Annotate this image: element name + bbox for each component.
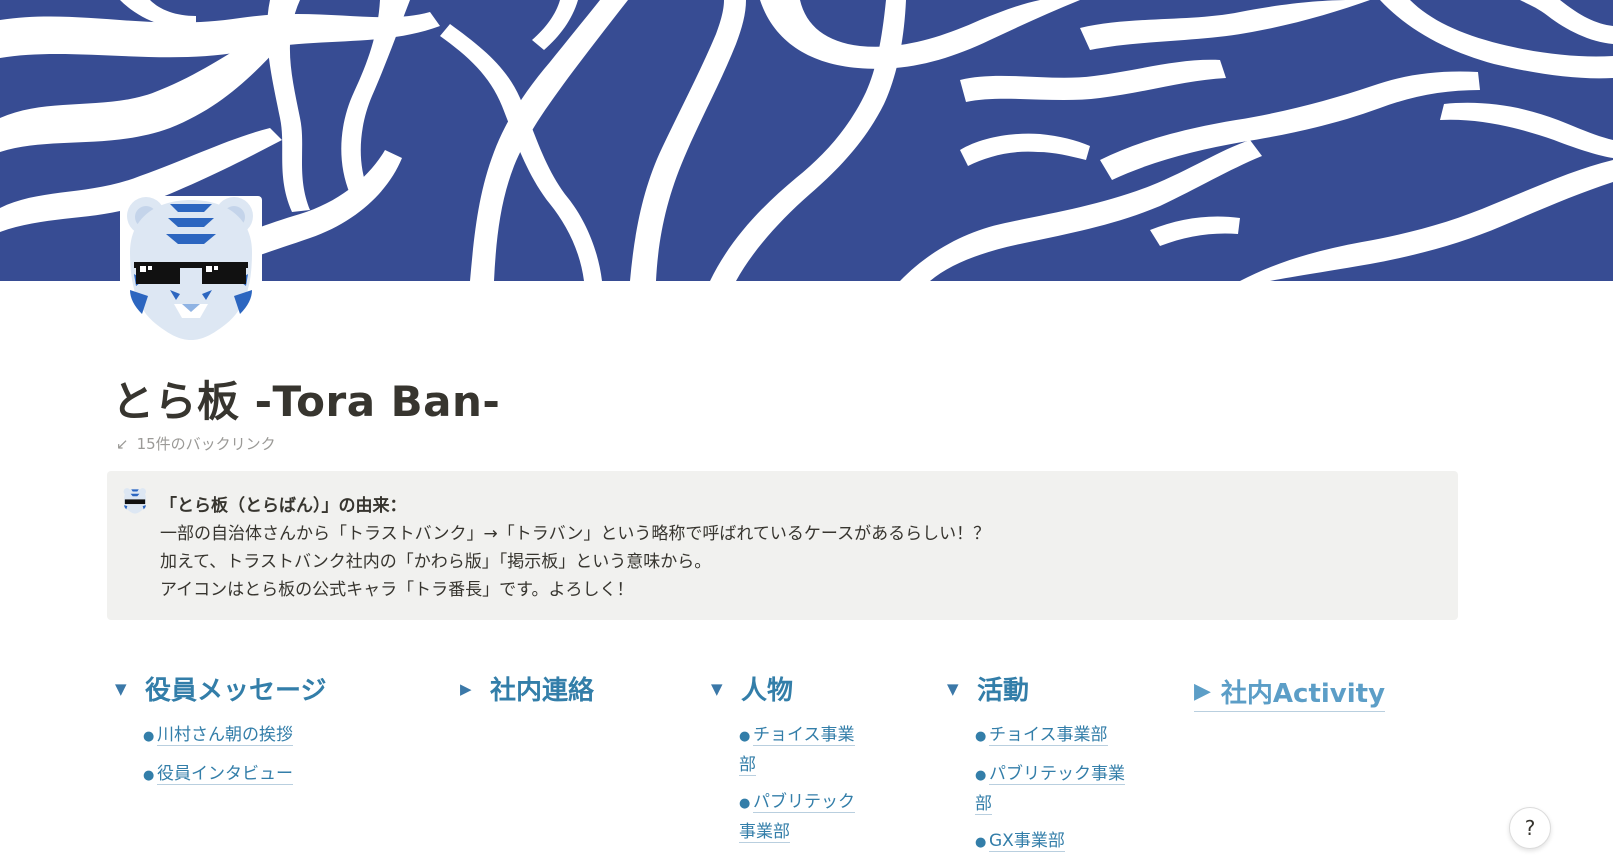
internal-activity-link[interactable]: ▶ 社内Activity xyxy=(1194,673,1386,712)
toggle-heading[interactable]: 社内連絡 xyxy=(490,670,594,707)
backlinks-link[interactable]: ↙ 15件のバックリンク xyxy=(116,433,276,454)
toggle-executive-messages: ▼ 役員メッセージ ● 川村さん朝の挨拶 ● 役員インタビュー xyxy=(115,670,375,799)
toggle-arrow-right-icon[interactable]: ▶ xyxy=(460,680,490,698)
play-triangle-icon: ▶ xyxy=(1194,679,1211,704)
toggle-arrow-down-icon[interactable]: ▼ xyxy=(711,680,741,698)
page-link[interactable]: パブリテック事業部 xyxy=(739,792,855,843)
callout-text: 「とら板（とらばん）」の由来： 一部の自治体さんから「トラストバンク」→「トラバ… xyxy=(160,492,990,604)
callout-block: 「とら板（とらばん）」の由来： 一部の自治体さんから「トラストバンク」→「トラバ… xyxy=(107,471,1458,620)
page-link[interactable]: 役員インタビュー xyxy=(157,764,293,785)
list-item: ● パブリテック事業部 xyxy=(739,792,855,843)
tiger-mascot-icon[interactable] xyxy=(122,488,148,514)
callout-line: 一部の自治体さんから「トラストバンク」→「トラバン」という略称で呼ばれているケー… xyxy=(160,524,991,544)
page-link[interactable]: パブリテック事業部 xyxy=(975,764,1125,815)
list-item: ● 川村さん朝の挨拶 xyxy=(143,725,293,746)
page-link[interactable]: 川村さん朝の挨拶 xyxy=(157,725,293,746)
toggle-heading[interactable]: 人物 xyxy=(741,670,793,707)
list-item: ● GX事業部 xyxy=(975,831,1065,852)
page-link[interactable]: GX事業部 xyxy=(989,831,1065,852)
callout-heading: 「とら板（とらばん）」の由来： xyxy=(160,496,407,516)
activity-label: 社内Activity xyxy=(1220,679,1386,709)
toggle-arrow-down-icon[interactable]: ▼ xyxy=(947,680,977,698)
callout-line: 加えて、トラストバンク社内の「かわら版」「掲示板」という意味から。 xyxy=(160,552,712,572)
list-item: ● 役員インタビュー xyxy=(143,764,293,785)
callout-line: アイコンはとら板の公式キャラ「トラ番長」です。よろしく！ xyxy=(160,580,634,600)
toggle-arrow-down-icon[interactable]: ▼ xyxy=(115,680,145,698)
toggle-internal-notices: ▶ 社内連絡 xyxy=(460,670,660,707)
page-link[interactable]: チョイス事業部 xyxy=(739,725,855,776)
toggle-heading[interactable]: 活動 xyxy=(977,670,1029,707)
tiger-mascot-sunglasses-icon[interactable] xyxy=(120,196,262,342)
toggle-heading[interactable]: 役員メッセージ xyxy=(145,670,326,707)
page-title: とら板 -Tora Ban- xyxy=(112,377,501,426)
toggle-activities: ▼ 活動 ● チョイス事業部 ● パブリテック事業部 ● GX事業部 xyxy=(947,670,1127,866)
arrow-down-left-icon: ↙ xyxy=(116,434,129,453)
list-item: ● チョイス事業部 xyxy=(975,725,1108,746)
toggle-people: ▼ 人物 ● チョイス事業部 ● パブリテック事業部 xyxy=(711,670,876,855)
page-link[interactable]: チョイス事業部 xyxy=(989,725,1108,746)
list-item: ● チョイス事業部 xyxy=(739,725,855,776)
help-button[interactable]: ? xyxy=(1509,807,1551,849)
list-item: ● パブリテック事業部 xyxy=(975,764,1125,815)
backlinks-label: 15件のバックリンク xyxy=(136,435,276,453)
